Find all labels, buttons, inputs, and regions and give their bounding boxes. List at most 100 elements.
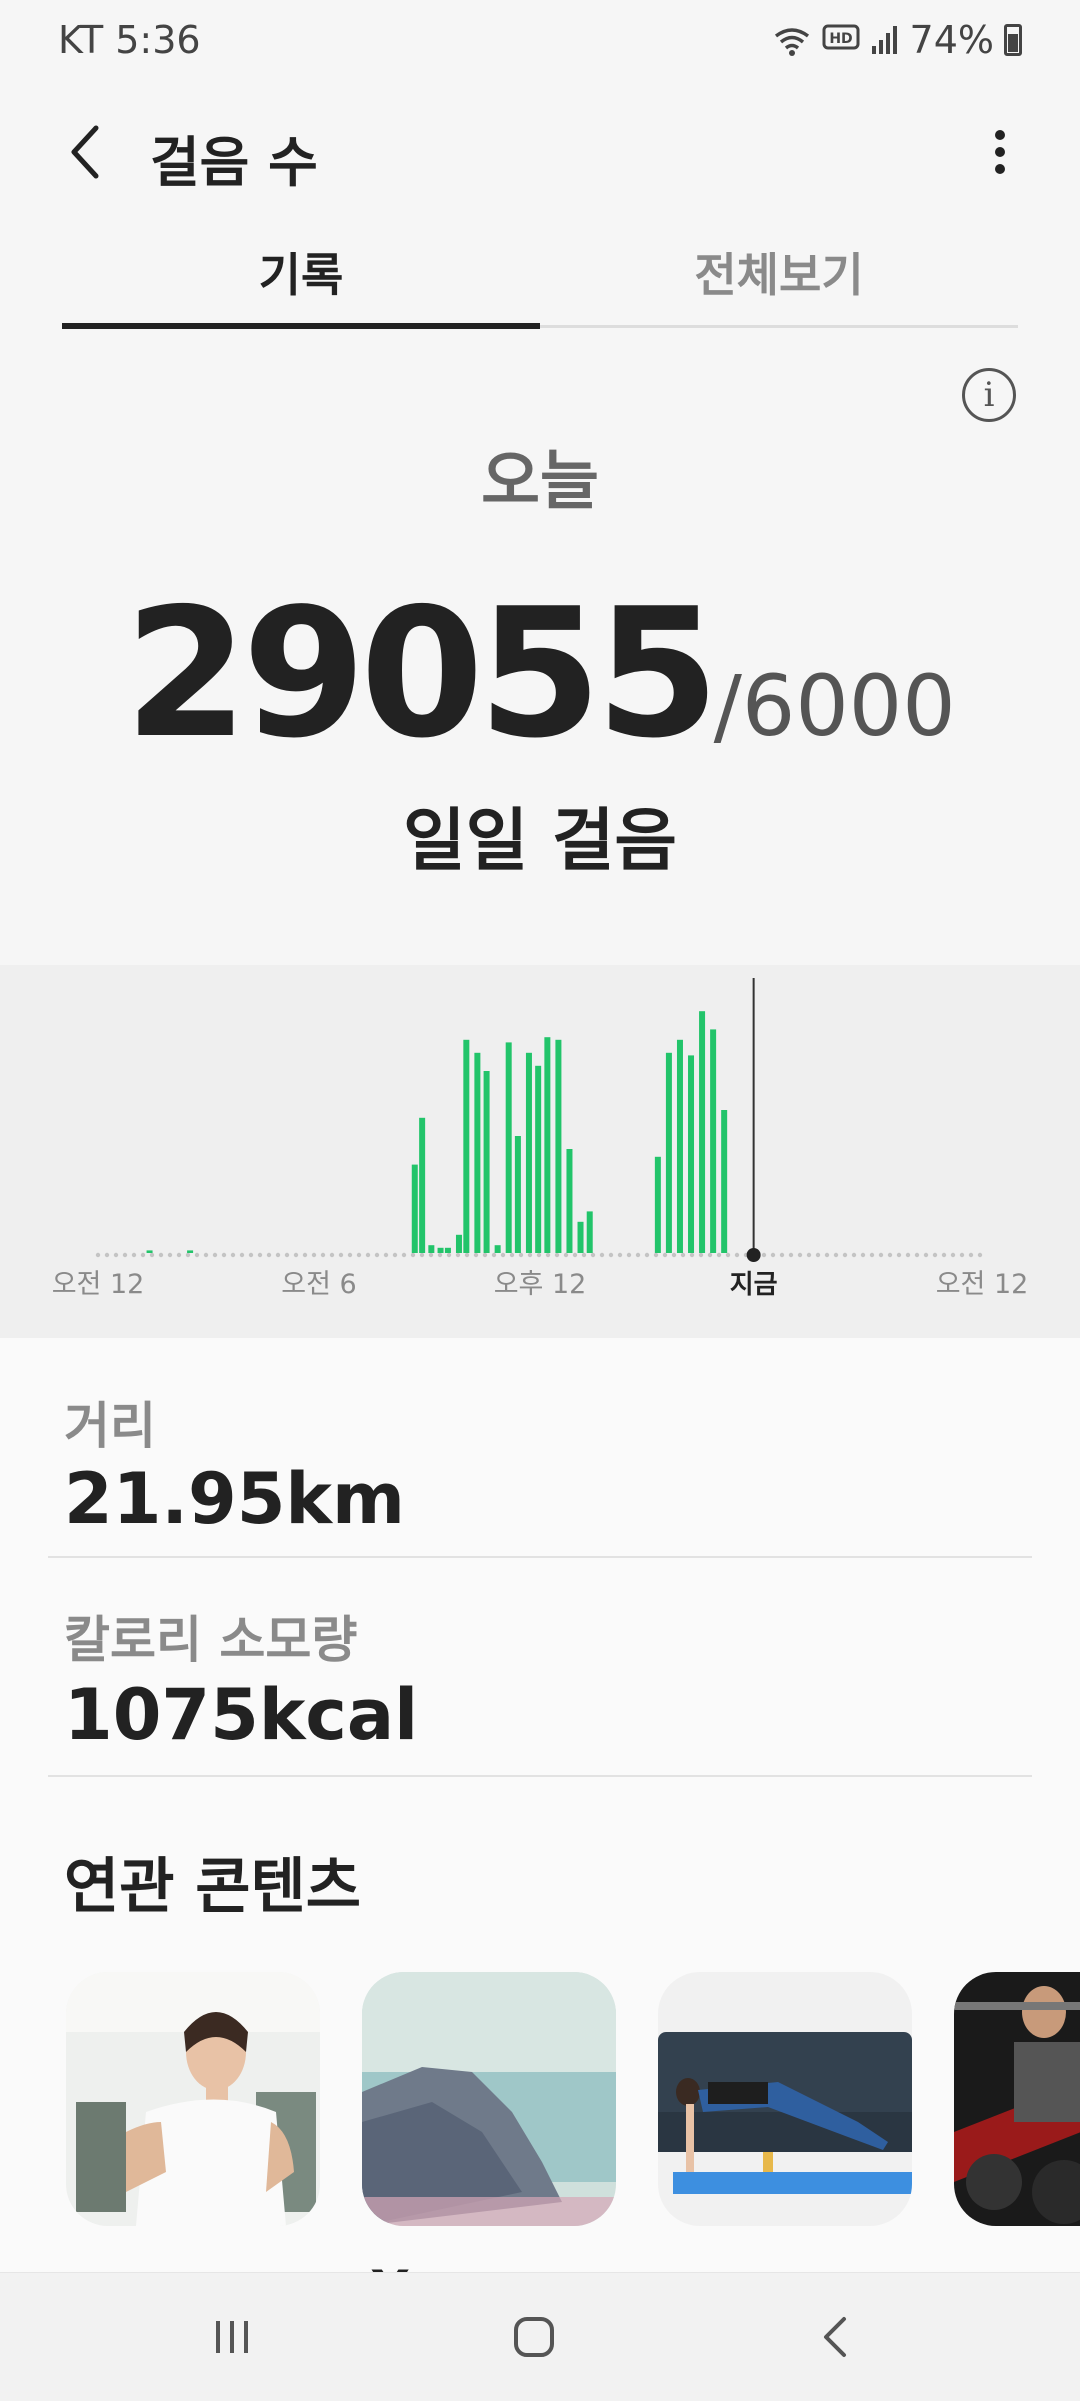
axis-dot: [869, 1252, 875, 1258]
axis-dot: [554, 1252, 560, 1258]
related-card-diet[interactable]: [954, 1972, 1080, 2226]
weightlifting-photo: [954, 1972, 1080, 2226]
more-options-button[interactable]: [970, 122, 1030, 182]
chart-bar: [525, 1052, 532, 1253]
related-content-title: 연관 콘텐츠: [64, 1852, 361, 1922]
navigation-bar: [0, 2272, 1080, 2401]
chart-bar: [721, 1110, 728, 1253]
divider: [48, 1556, 1032, 1558]
axis-dot: [680, 1252, 686, 1258]
chart-bar: [665, 1052, 672, 1253]
axis-dot: [797, 1252, 803, 1258]
axis-dot: [761, 1252, 767, 1258]
info-button[interactable]: i: [962, 368, 1016, 422]
steps-chart-svg: 오전 12 오전 6 오후 12 지금 오전 12: [52, 978, 1029, 1300]
chart-bar: [455, 1234, 462, 1253]
back-button[interactable]: [56, 122, 116, 182]
chart-bar: [555, 1039, 562, 1253]
axis-dot: [689, 1252, 695, 1258]
axis-dot: [599, 1252, 605, 1258]
axis-dot: [167, 1252, 173, 1258]
axis-dot: [149, 1252, 155, 1258]
axis-dot: [950, 1252, 956, 1258]
status-bar: KT 5:36 HD 74%: [0, 0, 1080, 80]
axis-dot: [626, 1252, 632, 1258]
axis-dot: [734, 1252, 740, 1258]
distance-number: 21.95: [64, 1458, 286, 1540]
axis-dot: [113, 1252, 119, 1258]
axis-dot: [266, 1252, 272, 1258]
axis-dot: [527, 1252, 533, 1258]
calories-value: 1075kcal: [64, 1674, 418, 1756]
axis-dot: [446, 1252, 452, 1258]
axis-dot: [896, 1252, 902, 1258]
daily-steps-caption: 일일 걸음: [403, 802, 677, 881]
axis-dot: [212, 1252, 218, 1258]
chart-bar: [577, 1221, 584, 1253]
related-card-posture[interactable]: [66, 1972, 320, 2226]
svg-text:HD: HD: [829, 31, 852, 47]
axis-dot: [959, 1252, 965, 1258]
info-icon: i: [983, 375, 995, 415]
tab-bar: 기록 전체보기: [62, 240, 1018, 332]
axis-dot: [95, 1252, 101, 1258]
axis-dot: [410, 1252, 416, 1258]
chart-bar: [688, 1055, 695, 1253]
tab-active-indicator: [62, 323, 540, 329]
now-indicator-dot: [746, 1248, 761, 1262]
hd-voice-icon: HD: [822, 24, 860, 50]
axis-dot: [779, 1252, 785, 1258]
chart-bar: [419, 1117, 426, 1253]
calories-number: 1075: [64, 1674, 259, 1756]
related-card-yoga[interactable]: [362, 1972, 616, 2226]
related-card-pilates[interactable]: [658, 1972, 912, 2226]
tab-records[interactable]: 기록: [62, 240, 540, 328]
related-content-carousel[interactable]: [66, 1972, 1080, 2232]
axis-dot: [644, 1252, 650, 1258]
axis-dot: [194, 1252, 200, 1258]
axis-dot: [221, 1252, 227, 1258]
axis-dot: [941, 1252, 947, 1258]
chart-bar: [428, 1245, 435, 1253]
tab-overview[interactable]: 전체보기: [540, 240, 1018, 328]
status-icons: HD 74%: [772, 18, 1022, 62]
chart-bar: [514, 1136, 521, 1253]
chart-bar: [535, 1065, 542, 1253]
axis-dot: [581, 1252, 587, 1258]
axis-dot: [320, 1252, 326, 1258]
x-tick-label: 오전 12: [936, 1269, 1029, 1300]
axis-dot: [428, 1252, 434, 1258]
wifi-icon: [774, 28, 809, 56]
axis-dot: [311, 1252, 317, 1258]
chart-bar: [505, 1042, 512, 1253]
axis-dot: [563, 1252, 569, 1258]
chart-bar: [444, 1247, 451, 1253]
axis-dot: [725, 1252, 731, 1258]
axis-dot: [545, 1252, 551, 1258]
axis-dot: [617, 1252, 623, 1258]
axis-dot: [806, 1252, 812, 1258]
distance-unit: km: [285, 1458, 405, 1540]
chart-bar: [474, 1052, 481, 1253]
x-tick-label: 오후 12: [494, 1269, 587, 1300]
home-button[interactable]: [434, 2273, 634, 2401]
chart-bar: [710, 1029, 717, 1253]
back-nav-button[interactable]: [736, 2273, 936, 2401]
chart-bar: [544, 1037, 551, 1253]
recent-apps-button[interactable]: [132, 2273, 332, 2401]
back-icon: [824, 2317, 846, 2357]
axis-dot: [230, 1252, 236, 1258]
axis-dot: [788, 1252, 794, 1258]
axis-dot: [275, 1252, 281, 1258]
home-icon: [514, 2317, 554, 2357]
steps-chart[interactable]: 오전 12 오전 6 오후 12 지금 오전 12: [0, 965, 1080, 1338]
axis-dot: [914, 1252, 920, 1258]
axis-dot: [905, 1252, 911, 1258]
axis-dot: [842, 1252, 848, 1258]
axis-dot: [671, 1252, 677, 1258]
axis-dot: [122, 1252, 128, 1258]
recent-apps-icon: [216, 2321, 248, 2353]
chart-bar: [483, 1071, 490, 1253]
battery-percent: 74%: [909, 18, 994, 62]
axis-dot: [131, 1252, 137, 1258]
